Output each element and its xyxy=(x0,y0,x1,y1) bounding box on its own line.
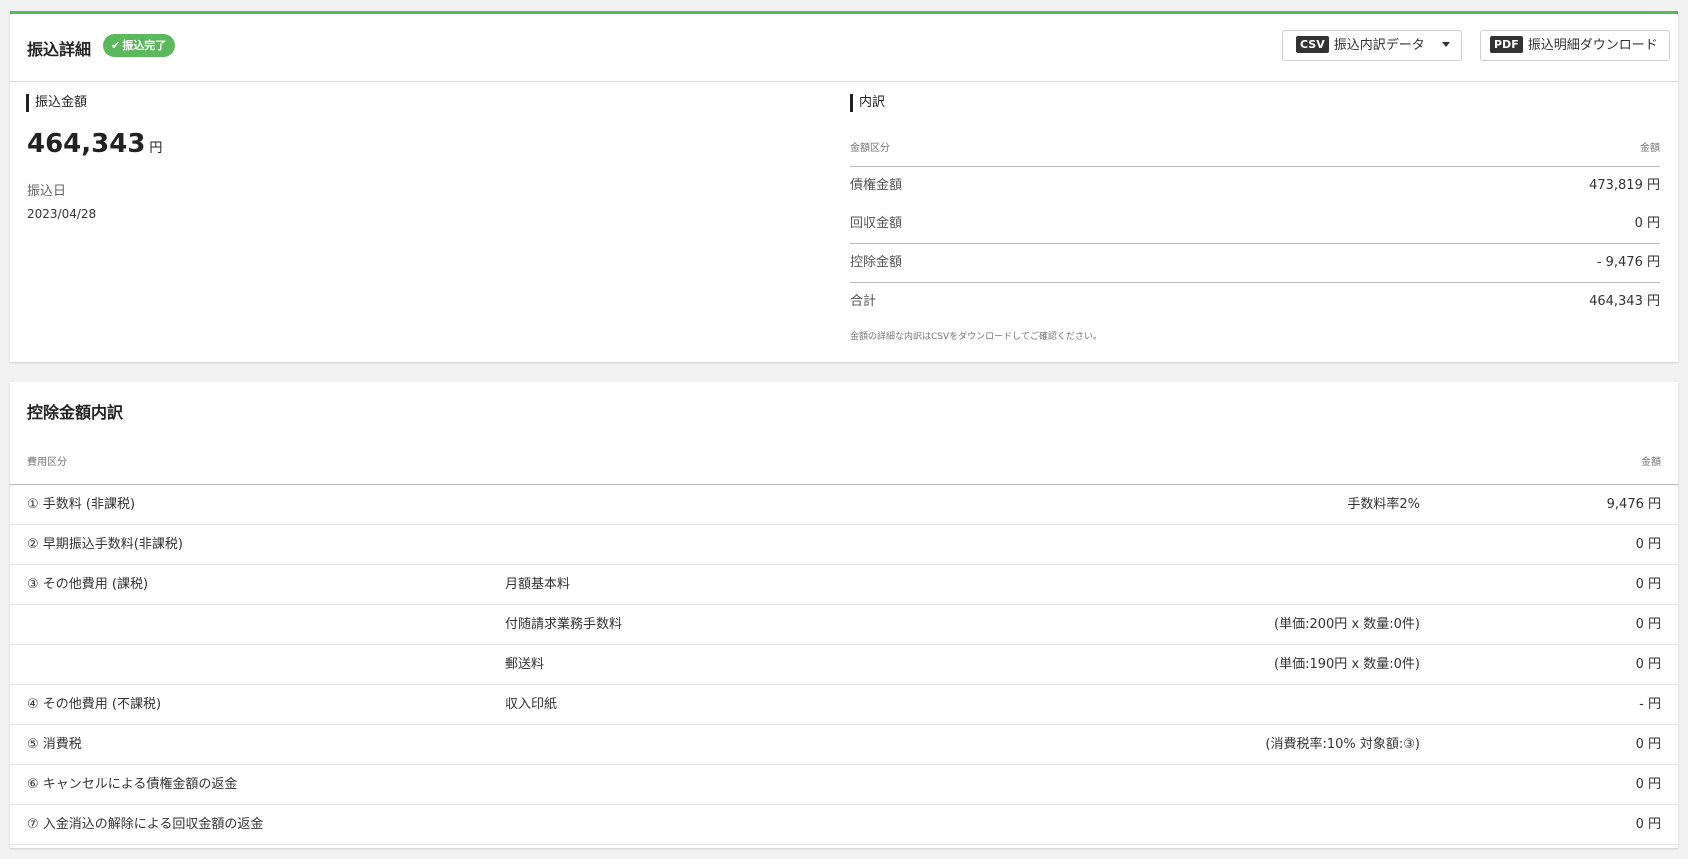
deduction-detail-card: 控除金額内訳 費用区分 金額 ① 手数料 (非課税) 手数料率2% 9,476 … xyxy=(10,382,1678,848)
card-header: 振込詳細 ✔ 振込完了 CSV 振込内訳データ PDF 振込明細ダウンロード xyxy=(10,14,1678,82)
row-category: ⑤ 消費税 xyxy=(27,737,82,752)
table-row: ⑤ 消費税 (消費税率:10% 対象額:③) 0 円 xyxy=(10,725,1678,765)
breakdown-section-title: 内訳 xyxy=(850,94,885,112)
table-row: 付随請求業務手数料 (単価:200円 x 数量:0件) 0 円 xyxy=(10,605,1678,645)
transfer-amount-value: 464,343 xyxy=(27,129,146,159)
status-badge: ✔ 振込完了 xyxy=(103,34,176,57)
row-amount: 0 円 xyxy=(1635,777,1661,792)
pdf-button-label: 振込明細ダウンロード xyxy=(1527,38,1658,53)
status-badge-label: 振込完了 xyxy=(122,39,167,52)
breakdown-row-label: 控除金額 xyxy=(850,255,903,270)
page-title: 振込詳細 xyxy=(27,40,92,59)
breakdown-row-label: 債権金額 xyxy=(850,178,903,193)
deduction-table: 費用区分 金額 ① 手数料 (非課税) 手数料率2% 9,476 円 ② 早期振… xyxy=(10,442,1678,845)
row-category: ⑦ 入金消込の解除による回収金額の返金 xyxy=(27,817,264,832)
row-item: 月額基本料 xyxy=(505,577,571,592)
breakdown-row-label: 合計 xyxy=(850,294,877,309)
column-header-category: 費用区分 xyxy=(27,457,67,468)
breakdown-row-value: 0 円 xyxy=(1634,216,1660,231)
row-category: ③ その他費用 (課税) xyxy=(27,577,149,592)
deduction-table-header: 費用区分 金額 xyxy=(10,442,1678,485)
breakdown-row: 回収金額 0 円 xyxy=(850,205,1660,243)
csv-button-label: 振込内訳データ xyxy=(1333,38,1425,53)
breakdown-row-value: 473,819 円 xyxy=(1589,178,1660,193)
row-amount: 0 円 xyxy=(1635,737,1661,752)
pdf-file-icon: PDF xyxy=(1490,36,1523,53)
breakdown-table-header: 金額区分 金額 xyxy=(850,132,1660,167)
amount-section-title: 振込金額 xyxy=(26,94,87,112)
csv-file-icon: CSV xyxy=(1296,36,1329,53)
row-item: 付随請求業務手数料 xyxy=(505,617,623,632)
column-header-amount: 金額 xyxy=(1641,457,1661,468)
check-icon: ✔ xyxy=(111,39,121,52)
table-row: ⑦ 入金消込の解除による回収金額の返金 0 円 xyxy=(10,805,1678,845)
table-row: ① 手数料 (非課税) 手数料率2% 9,476 円 xyxy=(10,485,1678,525)
breakdown-row: 控除金額 - 9,476 円 xyxy=(850,243,1660,282)
table-row: 郵送料 (単価:190円 x 数量:0件) 0 円 xyxy=(10,645,1678,685)
row-detail: 手数料率2% xyxy=(1347,497,1420,512)
row-detail: (単価:200円 x 数量:0件) xyxy=(1274,617,1420,632)
row-amount: 0 円 xyxy=(1635,577,1661,592)
row-category: ⑥ キャンセルによる債権金額の返金 xyxy=(27,777,238,792)
column-header-category: 金額区分 xyxy=(850,143,890,154)
row-amount: 0 円 xyxy=(1635,617,1661,632)
row-amount: 0 円 xyxy=(1635,657,1661,672)
column-header-amount: 金額 xyxy=(1640,143,1660,154)
caret-down-icon xyxy=(1441,42,1450,47)
breakdown-row-label: 回収金額 xyxy=(850,216,903,231)
breakdown-table: 金額区分 金額 債権金額 473,819 円 回収金額 0 円 控除金額 - 9… xyxy=(850,132,1660,321)
table-row: ③ その他費用 (課税) 月額基本料 0 円 xyxy=(10,565,1678,605)
row-detail: (消費税率:10% 対象額:③) xyxy=(1265,737,1420,752)
deduction-section-title: 控除金額内訳 xyxy=(27,403,124,422)
csv-dropdown-toggle[interactable] xyxy=(1430,30,1462,61)
transfer-amount: 464,343 円 xyxy=(27,129,162,159)
currency-unit: 円 xyxy=(149,141,163,156)
transfer-date-value: 2023/04/28 xyxy=(27,207,97,221)
table-row: ② 早期振込手数料(非課税) 0 円 xyxy=(10,525,1678,565)
row-item: 収入印紙 xyxy=(505,697,558,712)
row-amount: - 円 xyxy=(1639,697,1661,712)
csv-button-group: CSV 振込内訳データ xyxy=(1282,30,1462,61)
breakdown-row-value: 464,343 円 xyxy=(1589,294,1660,309)
row-detail: (単価:190円 x 数量:0件) xyxy=(1274,657,1420,672)
csv-download-button[interactable]: CSV 振込内訳データ xyxy=(1282,30,1438,61)
row-category: ① 手数料 (非課税) xyxy=(27,497,136,512)
breakdown-note: 金額の詳細な内訳はCSVをダウンロードしてご確認ください。 xyxy=(850,332,1102,342)
breakdown-row-value: - 9,476 円 xyxy=(1596,255,1660,270)
table-row: ⑥ キャンセルによる債権金額の返金 0 円 xyxy=(10,765,1678,805)
table-row: ④ その他費用 (不課税) 収入印紙 - 円 xyxy=(10,685,1678,725)
row-item: 郵送料 xyxy=(505,657,545,672)
row-amount: 0 円 xyxy=(1635,817,1661,832)
transfer-date-label: 振込日 xyxy=(27,184,67,199)
row-amount: 9,476 円 xyxy=(1606,497,1661,512)
transfer-detail-card: 振込詳細 ✔ 振込完了 CSV 振込内訳データ PDF 振込明細ダウンロード 振込金額… xyxy=(10,11,1678,362)
breakdown-row: 債権金額 473,819 円 xyxy=(850,167,1660,205)
row-category: ② 早期振込手数料(非課税) xyxy=(27,537,183,552)
pdf-download-button[interactable]: PDF 振込明細ダウンロード xyxy=(1480,30,1670,61)
breakdown-row-total: 合計 464,343 円 xyxy=(850,282,1660,321)
row-amount: 0 円 xyxy=(1635,537,1661,552)
row-category: ④ その他費用 (不課税) xyxy=(27,697,162,712)
